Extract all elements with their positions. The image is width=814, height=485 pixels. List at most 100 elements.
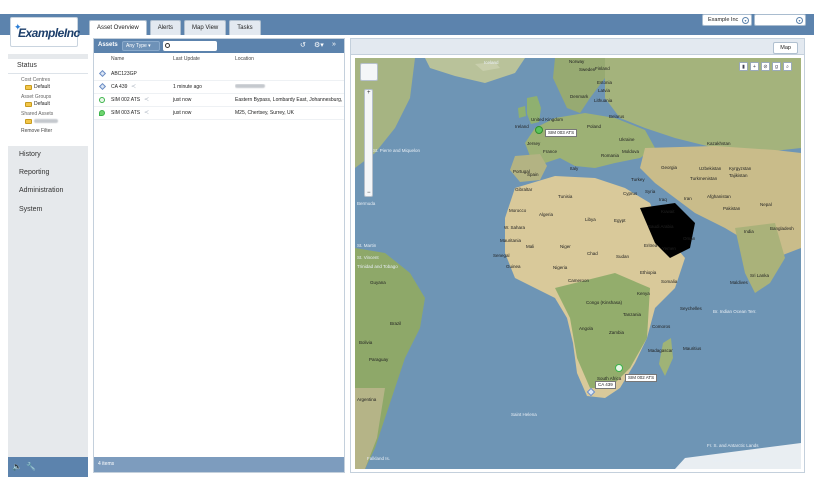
shared-assets-filter[interactable]	[8, 117, 88, 125]
map-label: Ireland	[515, 124, 529, 129]
wrench-icon[interactable]: 🔧	[26, 462, 36, 471]
map-label: Nigeria	[553, 265, 568, 270]
map-label: India	[744, 229, 754, 234]
folder-icon	[25, 101, 32, 107]
organisation-select-value: Example Inc	[708, 17, 739, 23]
column-header-location[interactable]: Location	[235, 56, 254, 62]
map-land-layer	[355, 58, 801, 469]
table-row[interactable]: ABC123GP	[94, 68, 344, 81]
map-label: Kenya	[637, 291, 650, 296]
map-label: Zambia	[609, 330, 625, 335]
asset-search-input[interactable]	[163, 41, 217, 51]
map-label: Bermuda	[357, 201, 376, 206]
share-icon[interactable]: ≺	[144, 96, 149, 103]
zoom-in-icon[interactable]: +	[367, 90, 371, 96]
map-label: Oman	[683, 236, 696, 241]
search-icon	[165, 43, 170, 48]
sidebar-item-administration[interactable]: Administration	[8, 182, 88, 200]
column-header-last-update[interactable]: Last Update	[173, 56, 200, 62]
map-label: Cameroon	[568, 278, 590, 283]
map-label: St. Vincent	[357, 255, 379, 260]
asset-groups-filter[interactable]: Default	[8, 100, 88, 108]
brand-logo[interactable]: ✦ ExampleInc	[10, 17, 80, 47]
google-icon[interactable]: g	[772, 62, 781, 71]
sidebar-item-reporting[interactable]: Reporting	[8, 164, 88, 182]
cost-centres-filter[interactable]: Default	[8, 83, 88, 91]
crosshair-icon[interactable]: +	[750, 62, 759, 71]
tab-map[interactable]: Map	[773, 42, 798, 54]
map-label: Iran	[684, 196, 692, 201]
refresh-icon[interactable]: ↺	[300, 41, 306, 49]
map-label: Sudan	[616, 254, 630, 259]
map-label: Falkland Is.	[367, 456, 391, 461]
map-panel: Map + − ▮ + ⊘ g ⌕ Iceland Norway Sweden …	[350, 38, 805, 473]
asset-groups-value: Default	[34, 101, 50, 107]
asset-marker[interactable]	[615, 364, 623, 372]
remove-filter-link[interactable]: Remove Filter	[8, 128, 88, 134]
assets-toolbar: Assets Any Type ▾ ↺ ⚙▾ »	[94, 39, 344, 53]
table-row[interactable]: SIM 002 ATS ≺ just now Eastern Bypass, L…	[94, 94, 344, 107]
tab-alerts[interactable]: Alerts	[149, 20, 182, 35]
chevron-down-icon: ▾	[796, 17, 803, 24]
circle-icon	[99, 97, 105, 103]
map-label: Brazil	[390, 321, 402, 326]
map-label: Cyprus	[623, 191, 638, 196]
marker-label: CA 439	[595, 381, 616, 389]
user-select[interactable]: ▾	[754, 14, 806, 26]
speaker-icon[interactable]: 🔈	[12, 462, 22, 471]
tab-asset-overview[interactable]: Asset Overview	[89, 20, 147, 35]
map-label: Senegal	[493, 253, 510, 258]
share-icon[interactable]: ≺	[131, 83, 136, 90]
map-label: Guinea	[506, 264, 521, 269]
asset-last-update: just now	[173, 97, 192, 103]
layers-icon[interactable]: ▮	[739, 62, 748, 71]
map-label: Kazakhstan	[707, 141, 731, 146]
organisation-select[interactable]: Example Inc ▾	[702, 14, 752, 26]
vehicle-marker[interactable]	[535, 126, 543, 134]
redacted-value	[235, 84, 265, 88]
map-label: Denmark	[570, 94, 589, 99]
sidebar-item-status[interactable]: Status	[8, 59, 88, 74]
asset-name: CA 439	[111, 84, 128, 90]
map-label: Belarus	[609, 114, 625, 119]
zoom-out-icon[interactable]: −	[367, 190, 371, 196]
redacted-value	[34, 119, 58, 123]
map-label: Ukraine	[619, 137, 635, 142]
map-label: Somalia	[661, 279, 678, 284]
asset-type-select[interactable]: Any Type ▾	[122, 41, 160, 51]
map-label: Uzbekistan	[699, 166, 722, 171]
sidebar-footer: 🔈 🔧	[8, 457, 88, 477]
map-label: Finland	[595, 66, 610, 71]
pan-control[interactable]	[360, 63, 378, 81]
map-label: Guyana	[370, 280, 386, 285]
asset-type-value: Any Type	[126, 43, 147, 49]
table-row[interactable]: CA 439 ≺ 1 minute ago	[94, 81, 344, 94]
search-icon[interactable]: ⌕	[783, 62, 792, 71]
map-label: Moldova	[622, 149, 640, 154]
map-label: Estonia	[597, 80, 613, 85]
map-label: Portugal	[513, 169, 530, 174]
sidebar-item-system[interactable]: System	[8, 201, 88, 219]
asset-location: Eastern Bypass, Lombardy East, Johannesb…	[235, 97, 343, 103]
tab-map-view[interactable]: Map View	[184, 20, 227, 35]
column-header-name[interactable]: Name	[111, 56, 124, 62]
sidebar-item-history[interactable]: History	[8, 146, 88, 164]
map-label: Norway	[569, 59, 585, 64]
share-icon[interactable]: ≺	[144, 109, 149, 116]
asset-last-update: 1 minute ago	[173, 84, 202, 90]
map-label: Maldives	[730, 280, 748, 285]
map-label: Saint Helena	[511, 412, 537, 417]
status-filter-panel: Status Cost Centres Default Asset Groups…	[8, 59, 88, 146]
asset-name: SIM 003 ATS	[111, 110, 141, 116]
table-row[interactable]: SIM 003 ATS ≺ just now M25, Chertsey, Su…	[94, 107, 344, 120]
assets-panel: Assets Any Type ▾ ↺ ⚙▾ » Name Last Updat…	[93, 38, 345, 473]
world-map[interactable]: + − ▮ + ⊘ g ⌕ Iceland Norway Sweden Finl…	[355, 58, 801, 469]
main-tabs: Asset Overview Alerts Map View Tasks	[89, 20, 261, 35]
ruler-icon[interactable]: ⊘	[761, 62, 770, 71]
tab-tasks[interactable]: Tasks	[229, 20, 261, 35]
map-label: Jersey	[527, 141, 541, 146]
zoom-slider[interactable]: + −	[364, 89, 373, 197]
gear-icon[interactable]: ⚙▾	[314, 41, 324, 49]
collapse-icon[interactable]: »	[332, 41, 336, 48]
logo-text: ExampleInc	[18, 26, 80, 40]
